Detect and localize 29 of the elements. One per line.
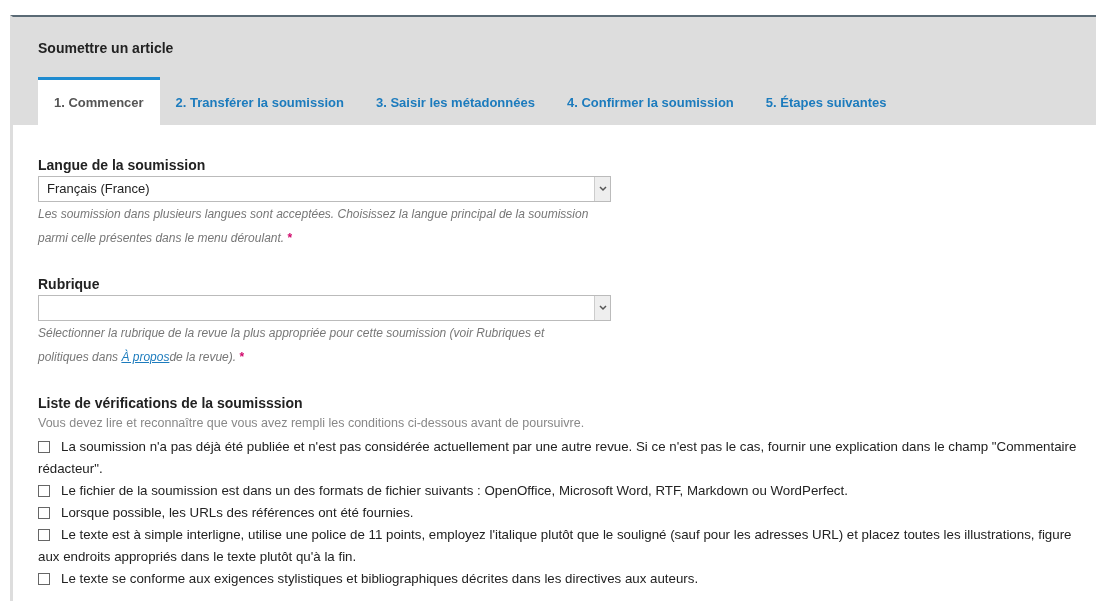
dropdown-field[interactable]: Français (France) [38, 175, 611, 202]
checklist-item-text: Le texte est à simple interligne, utilise une police de 11 points, employez l'italique plutôt que le souligné (sauf pour les adresses URL) et placez toutes les illustrations, figure [61, 526, 1072, 545]
checklist-item-text: rédacteur". [38, 460, 103, 479]
tab[interactable]: 3. Saisir les métadonnées [359, 77, 551, 125]
section-title: Liste de vérifications de la soumisssion [38, 393, 303, 413]
field-label: Rubrique [38, 274, 100, 294]
help-text: Sélectionner la rubrique de la revue la plus appropriée pour cette soumission (voir Rubriques et politiques dans À proposde la revue). * [38, 324, 546, 366]
intro-text: Vous devez lire et reconnaître que vous avez rempli les conditions ci-dessous avant de poursuivre. [38, 414, 586, 432]
checkbox[interactable] [38, 573, 50, 586]
checkbox[interactable] [38, 507, 50, 520]
checkbox[interactable] [38, 441, 50, 454]
about-link[interactable]: À propos [121, 349, 170, 364]
tab[interactable]: 2. Transférer la soumission [159, 77, 360, 125]
checklist-item-text: Lorsque possible, les URLs des références ont été fournies. [61, 504, 414, 523]
checklist-item-text: La soumission n'a pas déjà été publiée et n'est pas considérée actuellement par une autre revue. Si ce n'est pas le cas, fournir une explication dans le champ "Commentaire [61, 438, 1077, 457]
dropdown-field[interactable] [38, 294, 611, 321]
chevron-down-icon [598, 185, 607, 192]
field-label: Langue de la soumission [38, 155, 206, 175]
checkbox[interactable] [38, 529, 50, 542]
checklist-item-text: Le fichier de la soumission est dans un des formats de fichier suivants : OpenOffice, Microsoft Word, RTF, Markdown ou WordPerfect. [61, 482, 848, 501]
checkbox[interactable] [38, 485, 50, 498]
tab[interactable]: 1. Commencer [38, 77, 160, 125]
checklist-item-text: Le texte se conforme aux exigences stylistiques et bibliographiques décrites dans les directives aux auteurs. [61, 570, 699, 589]
page-title: Soumettre un article [38, 39, 174, 58]
tab[interactable]: 4. Confirmer la soumission [550, 77, 750, 125]
chevron-down-icon [598, 304, 607, 311]
help-text: Les soumission dans plusieurs langues sont acceptées. Choisissez la langue principal de la soumission parmi celle présentes dans le menu déroulant. * [38, 205, 590, 247]
tab[interactable]: 5. Étapes suivantes [749, 77, 903, 125]
checklist-item-text: aux endroits appropriés dans le texte plutôt qu'à la fin. [38, 548, 357, 567]
